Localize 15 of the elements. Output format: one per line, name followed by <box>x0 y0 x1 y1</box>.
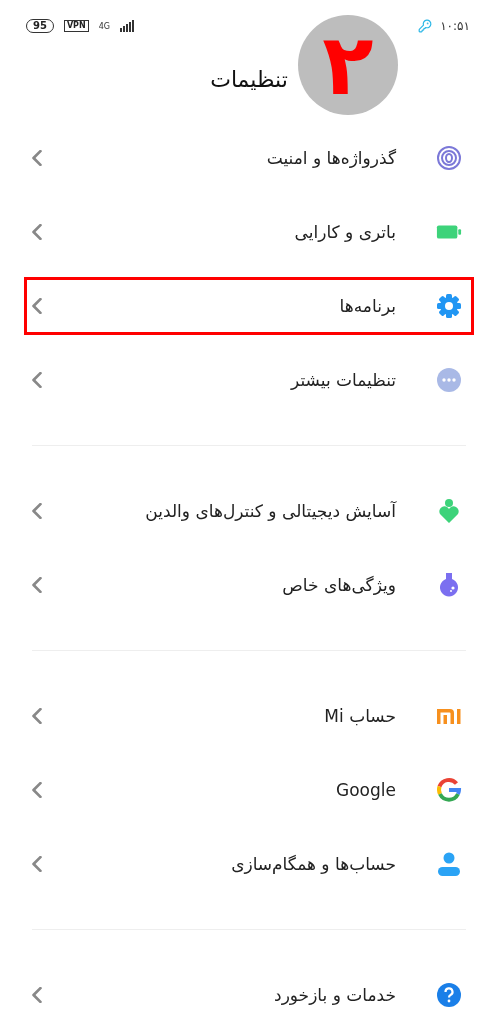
settings-item[interactable]: خدمات و بازخورد <box>42 985 396 1005</box>
settings-item[interactable]: تنظیمات بیشتر <box>42 370 396 390</box>
step-number-badge: ۲ <box>298 15 398 115</box>
settings-item[interactable]: آسایش دیجیتالی و کنترل‌های والدین <box>42 501 396 521</box>
network-type: 4G <box>98 21 110 31</box>
page-title: تنظیمات <box>210 67 288 92</box>
settings-item[interactable]: گذرواژه‌ها و امنیت <box>42 148 396 168</box>
settings-item[interactable]: برنامه‌ها <box>42 296 396 316</box>
settings-item[interactable]: ویژگی‌های خاص <box>42 575 396 595</box>
settings-item[interactable]: Google <box>42 780 396 800</box>
settings-item[interactable]: باتری و کارایی <box>42 222 396 242</box>
clock-time: ۱۰:۵۱ <box>440 19 470 33</box>
settings-item[interactable]: حساب‌ها و همگام‌سازی <box>42 854 396 874</box>
vpn-indicator: VPN <box>63 20 89 32</box>
settings-item[interactable]: حساب Mi <box>42 706 396 726</box>
